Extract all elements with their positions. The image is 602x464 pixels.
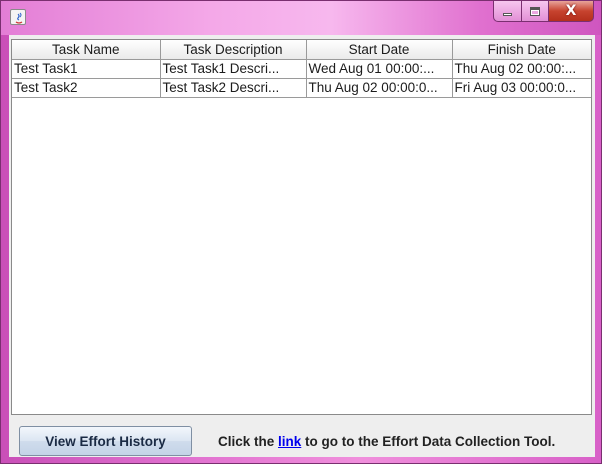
column-header-task-description[interactable]: Task Description xyxy=(160,40,307,60)
task-table: Task Name Task Description Start Date Fi… xyxy=(12,40,591,98)
java-app-icon[interactable] xyxy=(10,9,26,25)
close-button[interactable]: X xyxy=(548,1,594,22)
table-row[interactable]: Test Task2 Test Task2 Descri... Thu Aug … xyxy=(12,78,591,98)
task-table-scrollpane[interactable]: Task Name Task Description Start Date Fi… xyxy=(11,39,592,415)
minimize-button[interactable] xyxy=(493,1,521,22)
cell-task-name[interactable]: Test Task2 xyxy=(12,78,161,98)
cell-finish-date[interactable]: Thu Aug 02 00:00:... xyxy=(452,59,591,79)
cell-start-date[interactable]: Thu Aug 02 00:00:0... xyxy=(306,78,453,98)
column-header-start-date[interactable]: Start Date xyxy=(306,40,453,60)
title-bar[interactable]: X xyxy=(1,1,601,35)
column-header-finish-date[interactable]: Finish Date xyxy=(452,40,591,60)
window-controls: X xyxy=(493,1,594,23)
view-effort-history-button[interactable]: View Effort History xyxy=(19,426,192,456)
content-pane: Task Name Task Description Start Date Fi… xyxy=(9,35,595,457)
minimize-icon xyxy=(503,13,512,16)
close-icon: X xyxy=(565,3,577,19)
column-header-task-name[interactable]: Task Name xyxy=(12,40,161,60)
cell-task-description[interactable]: Test Task2 Descri... xyxy=(160,78,307,98)
hint-prefix: Click the xyxy=(218,434,279,449)
cell-task-description[interactable]: Test Task1 Descri... xyxy=(160,59,307,79)
hint-suffix: to go to the Effort Data Collection Tool… xyxy=(301,434,556,449)
maximize-icon xyxy=(530,6,540,16)
effort-tool-link[interactable]: link xyxy=(278,434,301,449)
cell-finish-date[interactable]: Fri Aug 03 00:00:0... xyxy=(452,78,591,98)
cell-task-name[interactable]: Test Task1 xyxy=(12,59,161,79)
maximize-button[interactable] xyxy=(521,1,548,22)
table-header-row: Task Name Task Description Start Date Fi… xyxy=(12,40,591,60)
footer-bar: View Effort History Click the link to go… xyxy=(9,415,595,457)
effort-tool-hint: Click the link to go to the Effort Data … xyxy=(218,434,555,449)
app-window: X Task Name Task Description Start Date xyxy=(0,0,602,464)
cell-start-date[interactable]: Wed Aug 01 00:00:... xyxy=(306,59,453,79)
table-row[interactable]: Test Task1 Test Task1 Descri... Wed Aug … xyxy=(12,59,591,79)
